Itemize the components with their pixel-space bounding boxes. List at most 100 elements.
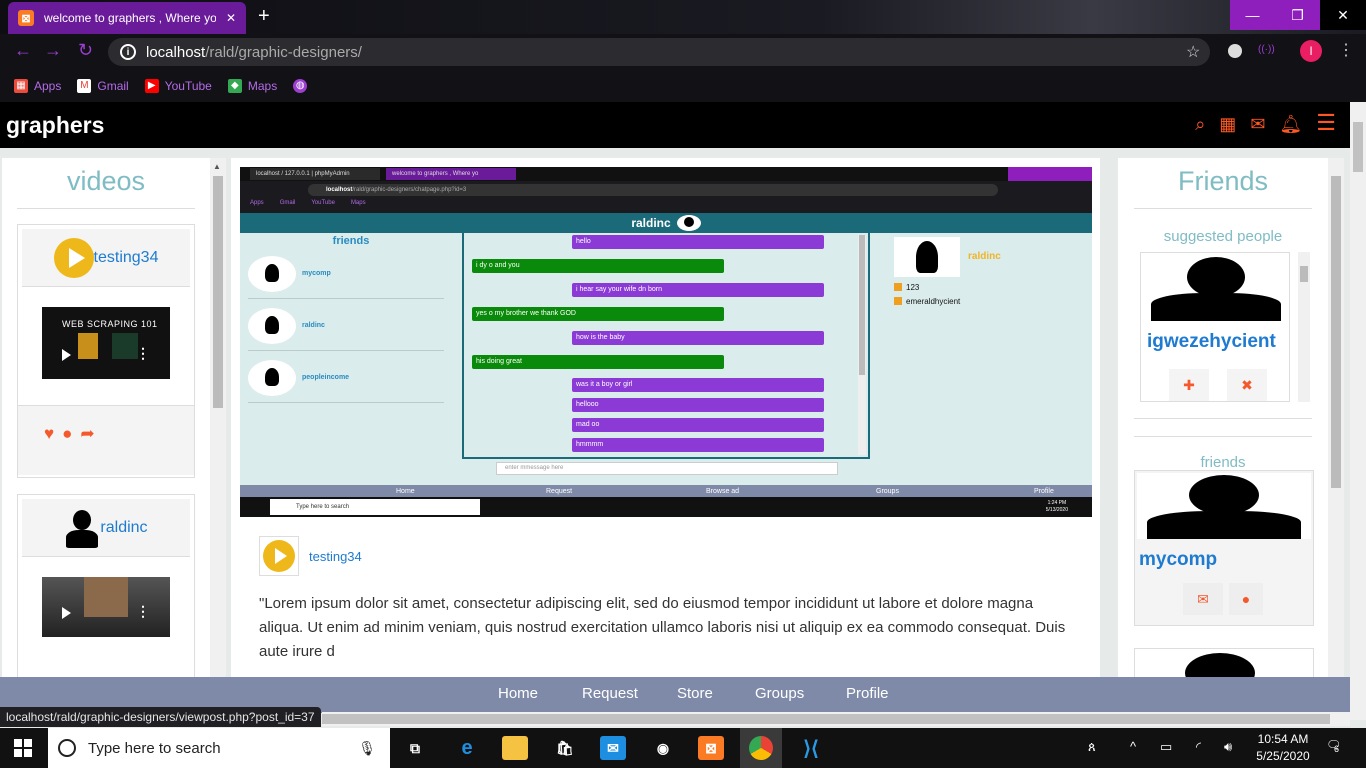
chevron-up-icon[interactable]: ^: [1130, 739, 1136, 754]
edge-icon[interactable]: e: [454, 736, 480, 760]
people-icon[interactable]: ጰ: [1088, 739, 1096, 755]
mail-app-icon[interactable]: ✉: [600, 736, 626, 760]
close-tab-icon[interactable]: ✕: [226, 11, 236, 25]
forward-arrow-icon[interactable]: →: [44, 40, 62, 61]
film-icon[interactable]: ▦: [1219, 114, 1236, 136]
file-explorer-icon[interactable]: [502, 736, 528, 760]
info-icon[interactable]: i: [120, 44, 136, 60]
suggested-name[interactable]: igwezehycient: [1147, 331, 1276, 353]
play-icon[interactable]: [62, 349, 71, 361]
share-icon[interactable]: ➦: [80, 424, 94, 475]
vscode-icon[interactable]: ⟩⟨: [798, 736, 824, 760]
comment-icon[interactable]: ●: [62, 424, 72, 475]
more-menu-icon[interactable]: ⋮: [1338, 40, 1354, 60]
video-author[interactable]: raldinc: [100, 519, 147, 537]
taskbar-search[interactable]: Type here to search 🎙︎: [48, 728, 390, 768]
thumb-art: [112, 333, 138, 359]
remove-friend-icon[interactable]: ✖: [1227, 369, 1267, 401]
minimize-button[interactable]: —: [1230, 0, 1275, 30]
post-card: localhost / 127.0.0.1 | phpMyAdmin welco…: [231, 158, 1100, 678]
apps-grid-icon: ▦: [14, 79, 28, 93]
media-player-icon[interactable]: ◉: [650, 736, 676, 760]
divider: [1134, 208, 1312, 209]
star-icon[interactable]: ☆: [1186, 42, 1200, 62]
right-scrollbar[interactable]: [1328, 158, 1344, 678]
user-icon[interactable]: ●: [1229, 583, 1263, 615]
maximize-button[interactable]: ❐: [1275, 0, 1320, 30]
reload-icon[interactable]: ↻: [78, 40, 93, 61]
divider: [1134, 436, 1312, 437]
notification-icon[interactable]: 🗨︎ 6: [1326, 738, 1346, 758]
tab-title: welcome to graphers , Where yo: [44, 11, 216, 25]
extension-icon[interactable]: [1228, 44, 1242, 58]
video-thumbnail[interactable]: WEB SCRAPING 101 ⋮: [42, 307, 170, 379]
avatar-icon: [248, 307, 296, 344]
play-icon[interactable]: [62, 607, 71, 619]
xampp-icon[interactable]: ⊠: [698, 736, 724, 760]
friend-name[interactable]: mycomp: [1139, 549, 1217, 571]
mail-icon[interactable]: ✉: [1250, 114, 1265, 136]
avatar-icon: [894, 237, 960, 277]
url-field[interactable]: i localhost/rald/graphic-designers/: [108, 38, 1210, 66]
nav-store[interactable]: Store: [677, 685, 713, 702]
heart-icon[interactable]: ♥: [44, 424, 54, 475]
friend-card[interactable]: mycomp ✉ ●: [1134, 470, 1314, 626]
more-options-icon[interactable]: ⋮: [136, 345, 150, 362]
brand-logo[interactable]: graphers: [6, 112, 104, 139]
nav-profile[interactable]: Profile: [846, 685, 889, 702]
profile-avatar[interactable]: I: [1300, 40, 1322, 62]
shot-chat-header: raldinc: [240, 213, 1092, 233]
bookmark-gmail[interactable]: M Gmail: [77, 79, 129, 93]
volume-icon[interactable]: 🔊︎: [1224, 739, 1232, 755]
post-author[interactable]: testing34: [259, 536, 362, 576]
video-card[interactable]: raldinc ⋮: [17, 494, 195, 678]
video-card[interactable]: testing34 WEB SCRAPING 101 ⋮ ♥ ● ➦: [17, 224, 195, 478]
more-options-icon[interactable]: ⋮: [136, 603, 150, 620]
bookmark-globe[interactable]: ◍: [293, 79, 308, 93]
battery-icon[interactable]: ▭: [1160, 739, 1172, 755]
taskbar-clock[interactable]: 10:54 AM 5/25/2020: [1255, 731, 1311, 765]
suggested-person-card[interactable]: igwezehycient ✚ ✖: [1140, 252, 1290, 402]
horizontal-scrollbar[interactable]: [322, 712, 1350, 726]
mail-icon[interactable]: ✉: [1183, 583, 1223, 615]
nav-groups[interactable]: Groups: [755, 685, 804, 702]
chat-message: his doing great: [472, 355, 724, 369]
add-friend-icon[interactable]: ✚: [1169, 369, 1209, 401]
store-icon[interactable]: 🛍︎: [552, 736, 578, 760]
wifi-icon[interactable]: ◜: [1196, 739, 1201, 755]
videos-title: videos: [66, 166, 146, 196]
microphone-icon[interactable]: 🎙︎: [358, 740, 376, 757]
shot-bookmarks: Apps Gmail YouTube Maps: [250, 200, 366, 206]
thumb-art: [78, 333, 98, 359]
menu-icon[interactable]: ☰: [1316, 110, 1336, 136]
shot-profile: raldinc 123 emeraldhycient: [870, 233, 1092, 477]
watch-icon: [248, 359, 296, 396]
windows-start-icon[interactable]: [14, 739, 32, 757]
media-router-icon[interactable]: ((·)): [1258, 44, 1275, 55]
bell-icon[interactable]: 🔔︎: [1279, 114, 1302, 136]
video-card-header: raldinc: [22, 499, 190, 557]
page-scrollbar[interactable]: [1350, 102, 1366, 720]
video-thumbnail[interactable]: ⋮: [42, 577, 170, 637]
back-arrow-icon[interactable]: ←: [14, 40, 32, 61]
video-author[interactable]: testing34: [94, 249, 159, 267]
chrome-icon[interactable]: [740, 728, 782, 768]
nav-request[interactable]: Request: [582, 685, 638, 702]
post-author-name[interactable]: testing34: [309, 549, 362, 564]
avatar: [1185, 653, 1255, 678]
search-icon[interactable]: ⌕: [1195, 114, 1205, 136]
suggested-scrollbar[interactable]: [1298, 252, 1310, 402]
new-tab-button[interactable]: +: [258, 5, 270, 28]
bookmark-apps[interactable]: ▦ Apps: [14, 79, 61, 93]
close-window-button[interactable]: ✕: [1320, 0, 1366, 30]
chat-message: i dy o and you: [472, 259, 724, 273]
browser-tab-active[interactable]: ⊠ welcome to graphers , Where yo ✕: [8, 2, 246, 34]
post-image[interactable]: localhost / 127.0.0.1 | phpMyAdmin welco…: [240, 167, 1092, 517]
bookmark-maps[interactable]: ◆ Maps: [227, 79, 277, 93]
nav-home[interactable]: Home: [498, 685, 538, 702]
avatar-icon: [248, 255, 296, 292]
task-view-icon[interactable]: ⧉: [402, 736, 428, 760]
friend-card[interactable]: [1134, 648, 1314, 678]
left-scrollbar[interactable]: ▲: [210, 158, 226, 678]
bookmark-youtube[interactable]: ▶ YouTube: [144, 79, 212, 93]
